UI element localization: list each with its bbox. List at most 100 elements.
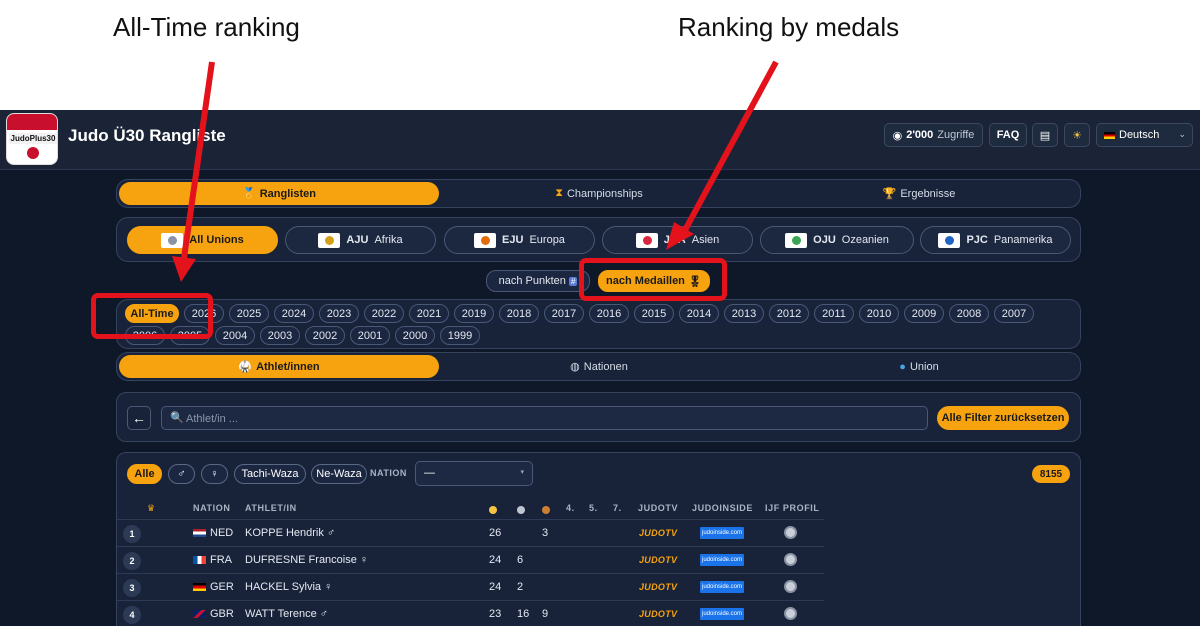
pjc-logo-icon [938,232,961,248]
judotv-link[interactable]: JUDOTV [639,582,677,592]
year-2019[interactable]: 2019 [454,304,494,323]
union-jua[interactable]: JUA Asien [602,226,753,254]
rank-number: 1 [123,525,141,543]
year-2012[interactable]: 2012 [769,304,809,323]
silver-count: 16 [517,608,530,620]
ijf-profile-icon[interactable] [784,607,797,620]
judoinside-link[interactable]: judoinside.com [700,554,744,566]
year-2015[interactable]: 2015 [634,304,674,323]
app-window: JudoPlus30 Judo Ü30 Rangliste ◉ 2'000 Zu… [0,110,1200,626]
union-aju[interactable]: AJU Afrika [285,226,436,254]
rank-number: 4 [123,606,141,624]
filter-ne-waza[interactable]: Ne-Waza [311,464,367,484]
judotv-link[interactable]: JUDOTV [639,609,677,619]
search-icon: 🔍 [170,412,184,424]
year-2017[interactable]: 2017 [544,304,584,323]
judotv-link[interactable]: JUDOTV [639,528,677,538]
year-2024[interactable]: 2024 [274,304,314,323]
filter-female[interactable]: ♀ [201,464,228,484]
table-row[interactable]: 2 FRA DUFRESNE Francoise ♀ 24 6 JUDOTV judoins… [117,546,824,573]
year-2022[interactable]: 2022 [364,304,404,323]
union-pjc[interactable]: PJC Panamerika [920,226,1071,254]
tab-ergebnisse[interactable]: 🏆 Ergebnisse [759,182,1079,205]
union-eju[interactable]: EJU Europa [444,226,595,254]
year-2011[interactable]: 2011 [814,304,854,323]
ranking-table-panel: Alle ♂ ♀ Tachi-Waza Ne-Waza NATION — ▾ 8… [116,452,1081,626]
eju-logo-icon [474,232,497,248]
judoinside-link[interactable]: judoinside.com [700,608,744,620]
table-row[interactable]: 4 GBR WATT Terence ♂ 23 16 9 JUDOTV judoinside.… [117,600,824,626]
language-select[interactable]: Deutsch ⌄ [1096,123,1193,147]
reset-filters-button[interactable]: Alle Filter zurücksetzen [937,406,1069,430]
nation-select[interactable]: — ▾ [415,461,533,486]
filter-male[interactable]: ♂ [168,464,195,484]
highlight-all-time [91,293,213,339]
year-2016[interactable]: 2016 [589,304,629,323]
language-value: Deutsch [1119,129,1160,141]
year-2021[interactable]: 2021 [409,304,449,323]
year-2003[interactable]: 2003 [260,326,300,345]
logo[interactable]: JudoPlus30 [6,113,58,165]
year-2002[interactable]: 2002 [305,326,345,345]
annotation-medals: Ranking by medals [678,12,900,42]
top-bar: JudoPlus30 Judo Ü30 Rangliste ◉ 2'000 Zu… [0,110,1200,170]
country-flag-icon [193,556,206,565]
year-2001[interactable]: 2001 [350,326,390,345]
print-button[interactable]: ▤ [1032,123,1058,147]
silver-count: 6 [517,554,524,566]
year-2018[interactable]: 2018 [499,304,539,323]
judoinside-link[interactable]: judoinside.com [700,581,744,593]
year-2004[interactable]: 2004 [215,326,255,345]
union-oju[interactable]: OJU Ozeanien [760,226,914,254]
year-2000[interactable]: 2000 [395,326,435,345]
cup-icon: 🏆 [882,188,897,200]
athlete-name[interactable]: WATT Terence ♂ [245,608,328,620]
union-all[interactable]: All Unions [127,226,278,254]
table-row[interactable]: 3 GER HACKEL Sylvia ♀ 24 2 JUDOTV judoinside.c… [117,573,824,600]
header-ijf-profile: IJF PROFIL [765,503,820,513]
oju-logo-icon [785,232,808,248]
table-row[interactable]: 1 NED KOPPE Hendrik ♂ 26 3 JUDOTV judoinside.c… [117,519,824,546]
filter-all[interactable]: Alle [127,464,162,484]
sort-by-points-button[interactable]: nach Punkten # [486,270,590,292]
theme-toggle-button[interactable]: ☀ [1064,123,1090,147]
year-2025[interactable]: 2025 [229,304,269,323]
year-1999[interactable]: 1999 [440,326,480,345]
bronze-medal-icon [542,503,550,514]
rank-number: 2 [123,552,141,570]
judotv-link[interactable]: JUDOTV [639,555,677,565]
search-input[interactable] [186,410,886,427]
silver-count: 2 [517,581,524,593]
gold-count: 24 [489,554,502,566]
faq-button[interactable]: FAQ [989,123,1027,147]
country-flag-icon [193,610,206,619]
gold-count: 26 [489,527,502,539]
tab-championships[interactable]: ⧗ Championships [439,182,759,205]
athlete-name[interactable]: KOPPE Hendrik ♂ [245,527,335,539]
filter-tachi-waza[interactable]: Tachi-Waza [234,464,306,484]
back-button[interactable]: ← [127,406,151,430]
ijf-profile-icon[interactable] [784,580,797,593]
year-2014[interactable]: 2014 [679,304,719,323]
tab-ranglisten[interactable]: 🏅 Ranglisten [119,182,439,205]
year-2010[interactable]: 2010 [859,304,899,323]
country-flag-icon [193,529,206,538]
tab-union[interactable]: ● Union [759,355,1079,378]
athlete-name[interactable]: HACKEL Sylvia ♀ [245,581,332,593]
nation-cell: GER [193,581,234,593]
tab-athletes[interactable]: 🥋 Athlet/innen [119,355,439,378]
gold-count: 24 [489,581,502,593]
year-2007[interactable]: 2007 [994,304,1034,323]
year-2023[interactable]: 2023 [319,304,359,323]
athlete-name[interactable]: DUFRESNE Francoise ♀ [245,554,368,566]
judoinside-link[interactable]: judoinside.com [700,527,744,539]
ijf-profile-icon[interactable] [784,526,797,539]
year-2008[interactable]: 2008 [949,304,989,323]
tab-nations[interactable]: ◍ Nationen [439,355,759,378]
crown-icon: ♛ [147,503,156,513]
search-field[interactable]: 🔍 [161,406,928,430]
year-2013[interactable]: 2013 [724,304,764,323]
year-2009[interactable]: 2009 [904,304,944,323]
search-bar: ← 🔍 Alle Filter zurücksetzen [116,392,1081,442]
ijf-profile-icon[interactable] [784,553,797,566]
